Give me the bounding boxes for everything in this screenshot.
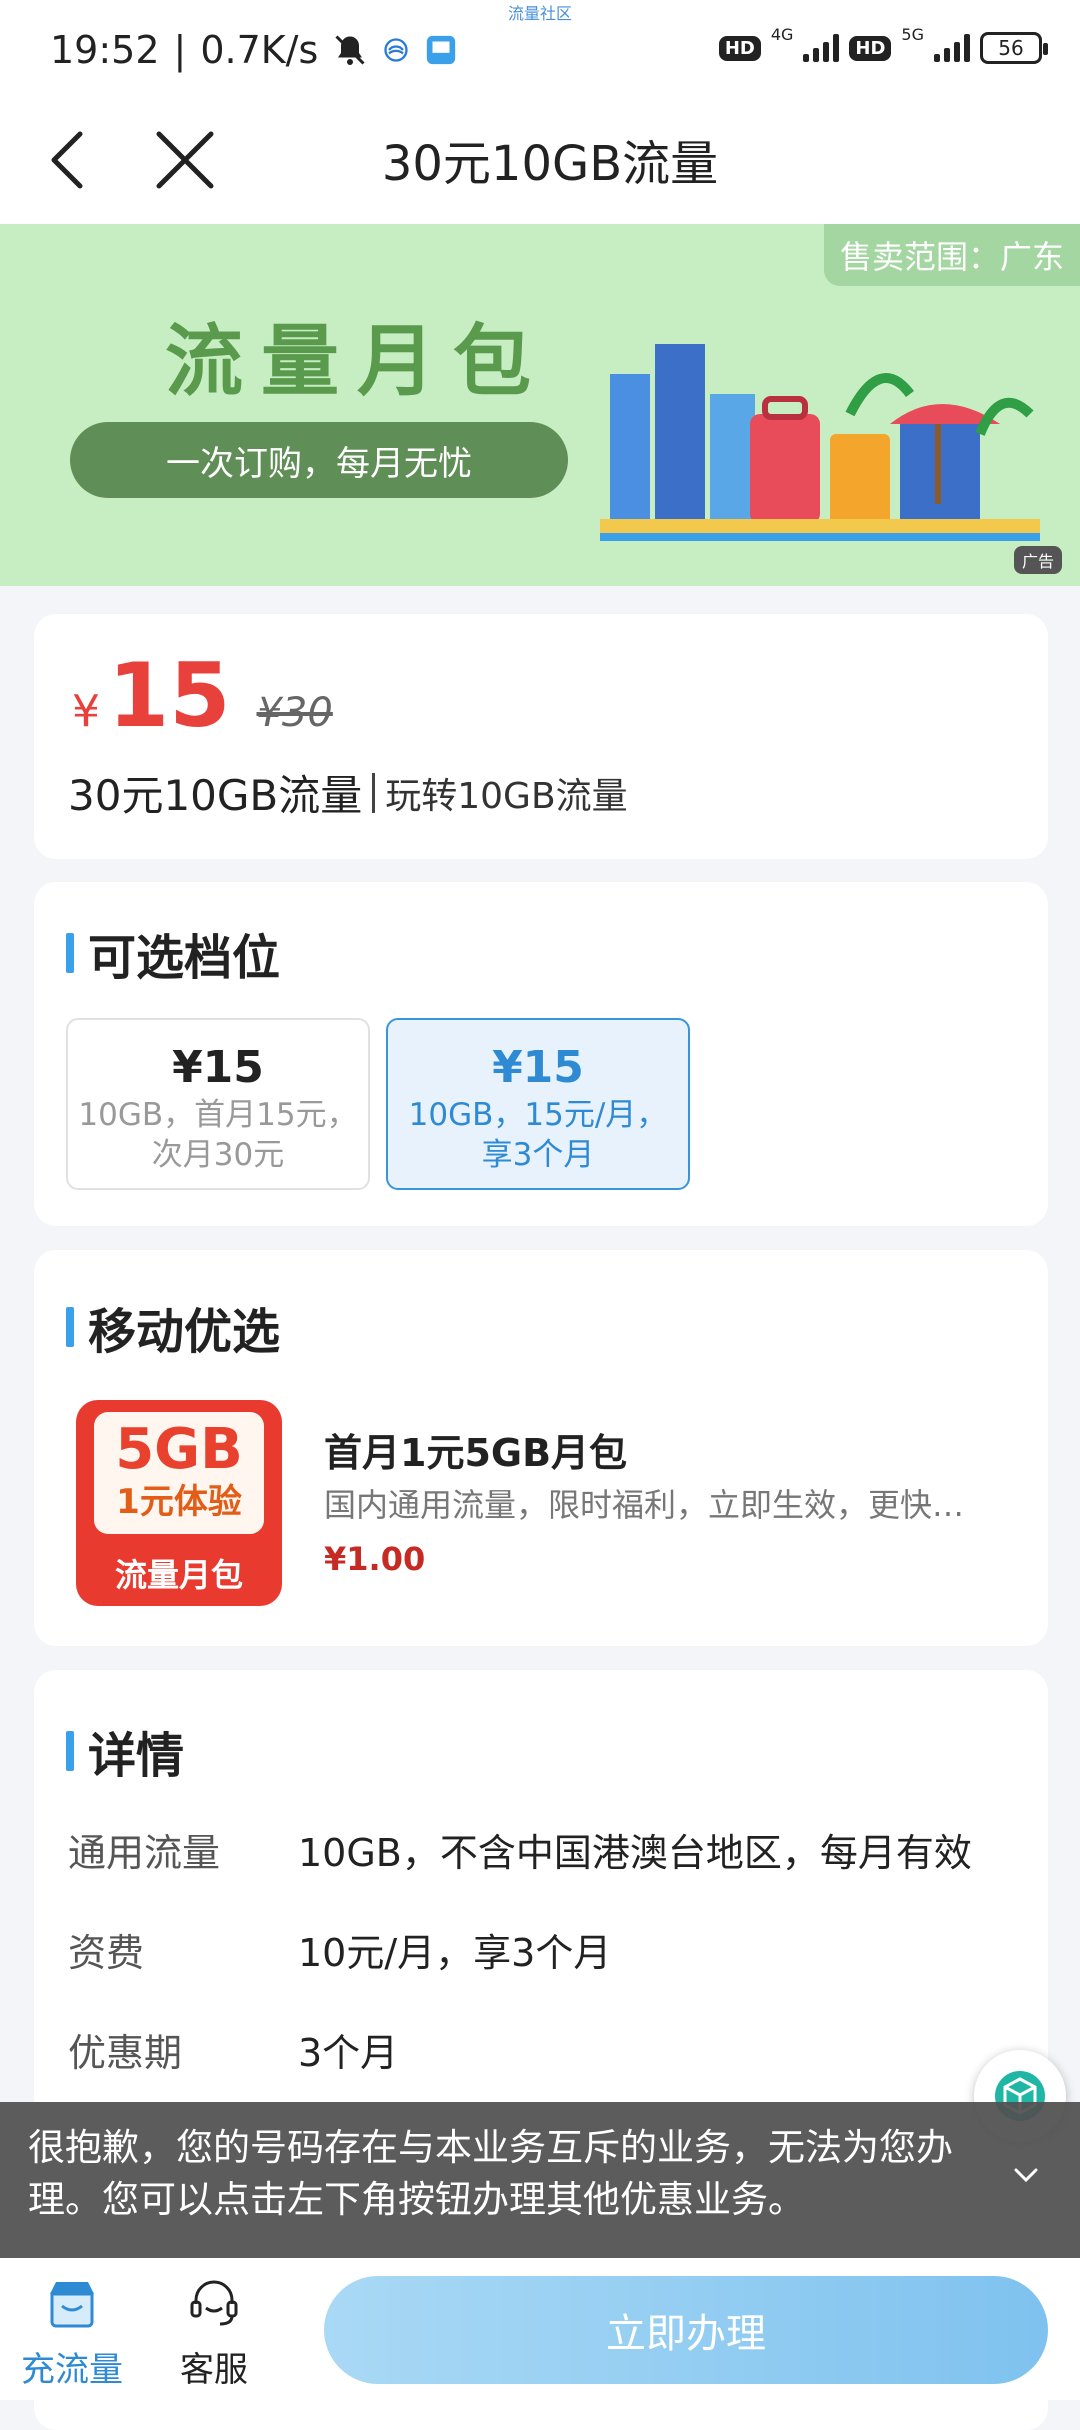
status-divider: | bbox=[173, 28, 187, 72]
chevron-down-icon[interactable] bbox=[1006, 2156, 1046, 2196]
pick-image-big-text: 5GB bbox=[115, 1417, 243, 1482]
section-header: 详情 bbox=[66, 1716, 184, 1786]
tiers-card: 可选档位 ¥15 10GB，首月15元，次月30元 ¥15 10GB，15元/月… bbox=[34, 882, 1048, 1226]
apply-now-button[interactable]: 立即办理 bbox=[324, 2276, 1048, 2384]
tab-label: 充流量 bbox=[21, 2350, 123, 2390]
current-price: 15 bbox=[108, 644, 231, 747]
detail-label: 资费 bbox=[68, 1931, 145, 1975]
tier-option-selected[interactable]: ¥15 10GB，15元/月，享3个月 bbox=[386, 1018, 690, 1190]
status-speed: 0.7K/s bbox=[200, 28, 319, 72]
sale-region-label: 售卖范围：广东 bbox=[823, 224, 1080, 286]
detail-row: 优惠期 3个月 bbox=[68, 2022, 398, 2077]
product-subtitle: 玩转10GB流量 bbox=[385, 775, 628, 817]
shop-icon bbox=[50, 2282, 94, 2328]
section-accent-bar bbox=[66, 1307, 74, 1347]
banner-slogan: 一次订购，每月无忧 bbox=[70, 422, 568, 498]
status-time: 19:52 bbox=[50, 28, 160, 72]
pick-desc: 国内通用流量，限时福利，立即生效，更快… bbox=[324, 1486, 965, 1524]
section-header: 可选档位 bbox=[66, 918, 280, 988]
pick-image-bottom-text: 流量月包 bbox=[114, 1556, 243, 1594]
pick-image-mid-text: 1元体验 bbox=[116, 1482, 242, 1522]
hd-badge-1: HD bbox=[718, 35, 761, 61]
detail-row: 通用流量 10GB，不含中国港澳台地区，每月有效 bbox=[68, 1822, 972, 1877]
section-title: 详情 bbox=[88, 1728, 185, 1784]
product-name-row: 30元10GB流量 玩转10GB流量 bbox=[68, 762, 628, 823]
tab-label: 客服 bbox=[180, 2350, 248, 2390]
currency-symbol: ¥ bbox=[72, 686, 100, 737]
signal-icon-2 bbox=[934, 34, 970, 62]
tab-recharge-data[interactable]: 充流量 bbox=[12, 2272, 132, 2391]
promo-banner[interactable]: 售卖范围：广东 流量月包 一次订购，每月无忧 广告 bbox=[0, 224, 1080, 586]
toast-message: 很抱歉，您的号码存在与本业务互斥的业务，无法为您办理。您可以点击左下角按钮办理其… bbox=[28, 2126, 953, 2221]
status-left: 19:52 | 0.7K/s bbox=[50, 28, 458, 72]
bottom-bar: 充流量 客服 立即办理 bbox=[0, 2258, 1080, 2400]
picks-card: 移动优选 5GB 1元体验 流量月包 首月1元5GB月包 国内通用流量，限时福利… bbox=[34, 1250, 1048, 1646]
product-name: 30元10GB流量 bbox=[68, 771, 363, 820]
section-title: 移动优选 bbox=[88, 1304, 281, 1360]
travel-illustration-icon bbox=[600, 344, 1040, 541]
section-title: 可选档位 bbox=[88, 930, 281, 986]
network-icon bbox=[384, 38, 408, 62]
tier-desc: 10GB，15元/月，享3个月 bbox=[408, 1097, 668, 1173]
banner-title: 流量月包 bbox=[165, 316, 550, 407]
headset-icon bbox=[190, 2280, 238, 2326]
tab-customer-service[interactable]: 客服 bbox=[154, 2272, 274, 2391]
detail-label: 优惠期 bbox=[68, 2031, 183, 2075]
status-right: HD 4G HD 5G 56 bbox=[718, 25, 1048, 64]
net-label-2: 5G bbox=[901, 24, 924, 44]
divider bbox=[372, 772, 376, 813]
pick-product-image[interactable]: 5GB 1元体验 流量月包 bbox=[76, 1400, 282, 1606]
net-label-1: 4G bbox=[770, 24, 794, 44]
app-notification-icon bbox=[427, 35, 456, 65]
mute-bell-icon bbox=[335, 35, 365, 65]
pick-price: ¥1.00 bbox=[324, 1540, 426, 1578]
detail-label: 通用流量 bbox=[68, 1831, 221, 1875]
error-toast: 很抱歉，您的号码存在与本业务互斥的业务，无法为您办理。您可以点击左下角按钮办理其… bbox=[0, 2102, 1080, 2258]
detail-row: 资费 10元/月，享3个月 bbox=[68, 1922, 611, 1977]
detail-value: 3个月 bbox=[298, 2031, 399, 2075]
ad-badge: 广告 bbox=[1013, 546, 1062, 574]
signal-icon-1 bbox=[803, 34, 840, 62]
section-header: 移动优选 bbox=[66, 1292, 280, 1362]
nav-bar: 30元10GB流量 bbox=[0, 100, 1080, 224]
status-bar: 流量社区 19:52 | 0.7K/s HD 4G HD 5G 56 bbox=[0, 0, 1080, 100]
price-row: ¥ 15 ¥30 bbox=[72, 644, 333, 747]
pick-name[interactable]: 首月1元5GB月包 bbox=[324, 1422, 627, 1477]
detail-value: 10GB，不含中国港澳台地区，每月有效 bbox=[298, 1831, 972, 1875]
page-title: 30元10GB流量 bbox=[381, 136, 719, 192]
tier-option[interactable]: ¥15 10GB，首月15元，次月30元 bbox=[66, 1018, 370, 1190]
hd-badge-2: HD bbox=[849, 35, 892, 61]
battery-icon: 56 bbox=[980, 32, 1048, 64]
pick-image-panel: 5GB 1元体验 bbox=[94, 1412, 264, 1534]
tier-desc: 10GB，首月15元，次月30元 bbox=[78, 1097, 358, 1173]
status-top-text: 流量社区 bbox=[508, 4, 573, 23]
tier-price: ¥15 bbox=[172, 1042, 264, 1093]
section-accent-bar bbox=[66, 933, 74, 973]
section-accent-bar bbox=[66, 1731, 74, 1771]
detail-value: 10元/月，享3个月 bbox=[298, 1931, 612, 1975]
original-price: ¥30 bbox=[256, 690, 333, 736]
price-card: ¥ 15 ¥30 30元10GB流量 玩转10GB流量 bbox=[34, 614, 1048, 859]
tier-price: ¥15 bbox=[492, 1042, 584, 1093]
